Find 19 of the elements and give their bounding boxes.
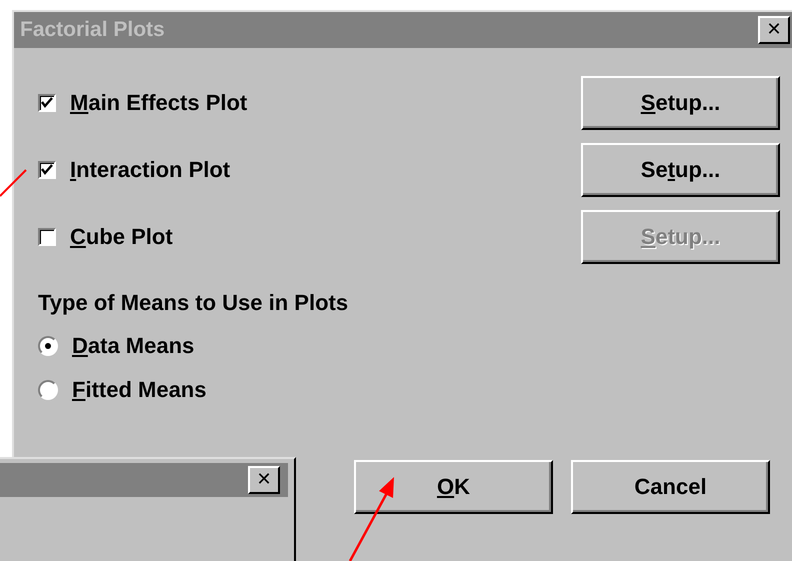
close-button[interactable]: ✕: [758, 16, 790, 44]
checkbox[interactable]: [38, 228, 56, 246]
setup-button[interactable]: Setup...: [581, 143, 780, 197]
radio-button[interactable]: [38, 336, 58, 356]
radio-label: Fitted Means: [72, 377, 206, 403]
section-heading: Type of Means to Use in Plots: [38, 290, 350, 316]
checkbox-label: Main Effects Plot: [70, 90, 248, 116]
checkbox[interactable]: [38, 94, 56, 112]
radio-button[interactable]: [38, 380, 58, 400]
setup-button[interactable]: Setup...: [581, 76, 780, 130]
close-button[interactable]: ✕: [248, 466, 280, 494]
ok-button[interactable]: OK: [354, 460, 553, 514]
checkbox[interactable]: [38, 161, 56, 179]
radio-label: Data Means: [72, 333, 194, 359]
checkbox-label: Interaction Plot: [70, 157, 230, 183]
annotation-line: [0, 169, 27, 197]
cancel-button[interactable]: Cancel: [571, 460, 770, 514]
checkbox-label: Cube Plot: [70, 224, 173, 250]
window-title: Factorial Plots: [20, 18, 165, 42]
